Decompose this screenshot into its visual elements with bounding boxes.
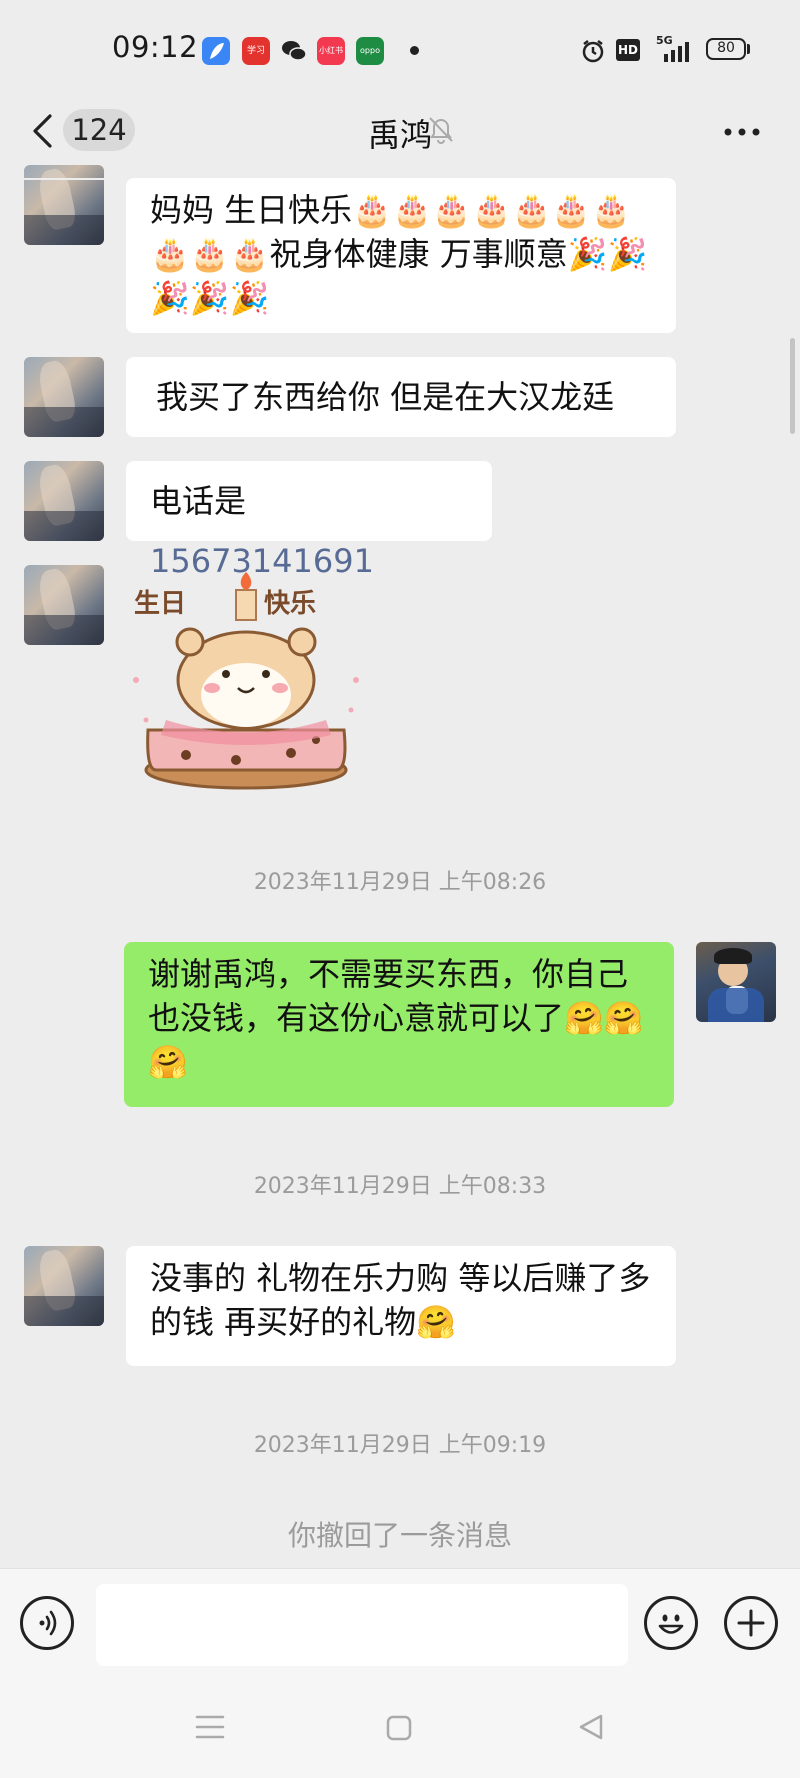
message-input[interactable]: [96, 1584, 628, 1666]
message-text: 我买了东西给你 但是在大汉龙廷: [156, 378, 615, 416]
my-message-bubble[interactable]: 谢谢禹鸿，不需要买东西，你自己也没钱，有这份心意就可以了🤗🤗🤗: [124, 942, 674, 1107]
back-arrow-icon[interactable]: [28, 113, 58, 149]
menu-nav-icon[interactable]: [194, 1712, 226, 1742]
mi-app-icon: 小红书: [317, 37, 345, 65]
my-avatar[interactable]: [696, 942, 776, 1022]
timestamp: 2023年11月29日 上午08:26: [253, 870, 547, 895]
home-nav-icon[interactable]: [385, 1714, 413, 1742]
contact-avatar[interactable]: [24, 1246, 104, 1326]
message-text: 谢谢禹鸿，不需要买东西，你自己也没钱，有这份心意就可以了🤗🤗🤗: [148, 955, 644, 1081]
notification-dot-icon: [410, 46, 419, 55]
feather-app-icon: [202, 37, 230, 65]
message-bubble[interactable]: 电话是 15673141691: [126, 461, 492, 580]
emoji-button[interactable]: [644, 1596, 698, 1650]
contact-avatar[interactable]: [24, 461, 104, 541]
emoji-icon: [658, 1614, 684, 1634]
message-bubble[interactable]: 我买了东西给你 但是在大汉龙廷: [126, 357, 676, 437]
mute-bell-icon: [429, 117, 453, 144]
alarm-icon: [582, 40, 604, 63]
timestamp: 2023年11月29日 上午08:33: [253, 1174, 547, 1199]
hd-badge: HD: [616, 39, 640, 61]
message-bubble[interactable]: 妈妈 生日快乐🎂🎂🎂🎂🎂🎂🎂🎂🎂🎂祝身体健康 万事顺意🎉🎉🎉🎉🎉: [126, 178, 676, 333]
back-nav-icon[interactable]: [576, 1712, 606, 1742]
contact-avatar[interactable]: [24, 357, 104, 437]
birthday-sticker[interactable]: 生日 快乐: [126, 570, 376, 800]
more-actions-button[interactable]: [724, 1596, 778, 1650]
hamster-cake-illustration: 生日 快乐: [133, 572, 359, 790]
wechat-icon: [280, 37, 308, 65]
message-text: 妈妈 生日快乐🎂🎂🎂🎂🎂🎂🎂🎂🎂🎂祝身体健康 万事顺意🎉🎉🎉🎉🎉: [150, 191, 648, 317]
oppo-app-icon: oppo: [356, 37, 384, 65]
contact-avatar[interactable]: [24, 565, 104, 645]
plus-icon: [737, 1609, 765, 1637]
sticker-text-right: 快乐: [264, 589, 316, 619]
battery-indicator: 80: [706, 38, 746, 60]
study-app-icon: 学习: [242, 37, 270, 65]
signal-icon: [664, 42, 689, 62]
status-time: 09:12: [112, 30, 199, 64]
contact-avatar[interactable]: [24, 165, 104, 245]
recall-notice: 你撤回了一条消息: [287, 1519, 512, 1552]
timestamp: 2023年11月29日 上午09:19: [253, 1433, 547, 1458]
message-bubble[interactable]: 没事的 礼物在乐力购 等以后赚了多的钱 再买好的礼物🤗: [126, 1246, 676, 1366]
battery-tip: [747, 44, 750, 54]
chat-title[interactable]: 禹鸿: [300, 110, 500, 156]
message-text: 电话是: [150, 482, 247, 520]
message-text: 没事的 礼物在乐力购 等以后赚了多的钱 再买好的礼物🤗: [150, 1259, 651, 1341]
voice-button[interactable]: [20, 1596, 74, 1650]
sticker-text-left: 生日: [134, 589, 186, 619]
scrollbar[interactable]: [790, 338, 795, 434]
voice-icon: [39, 1610, 57, 1636]
unread-count-badge[interactable]: 124: [63, 109, 135, 151]
more-options-icon[interactable]: [722, 126, 762, 138]
